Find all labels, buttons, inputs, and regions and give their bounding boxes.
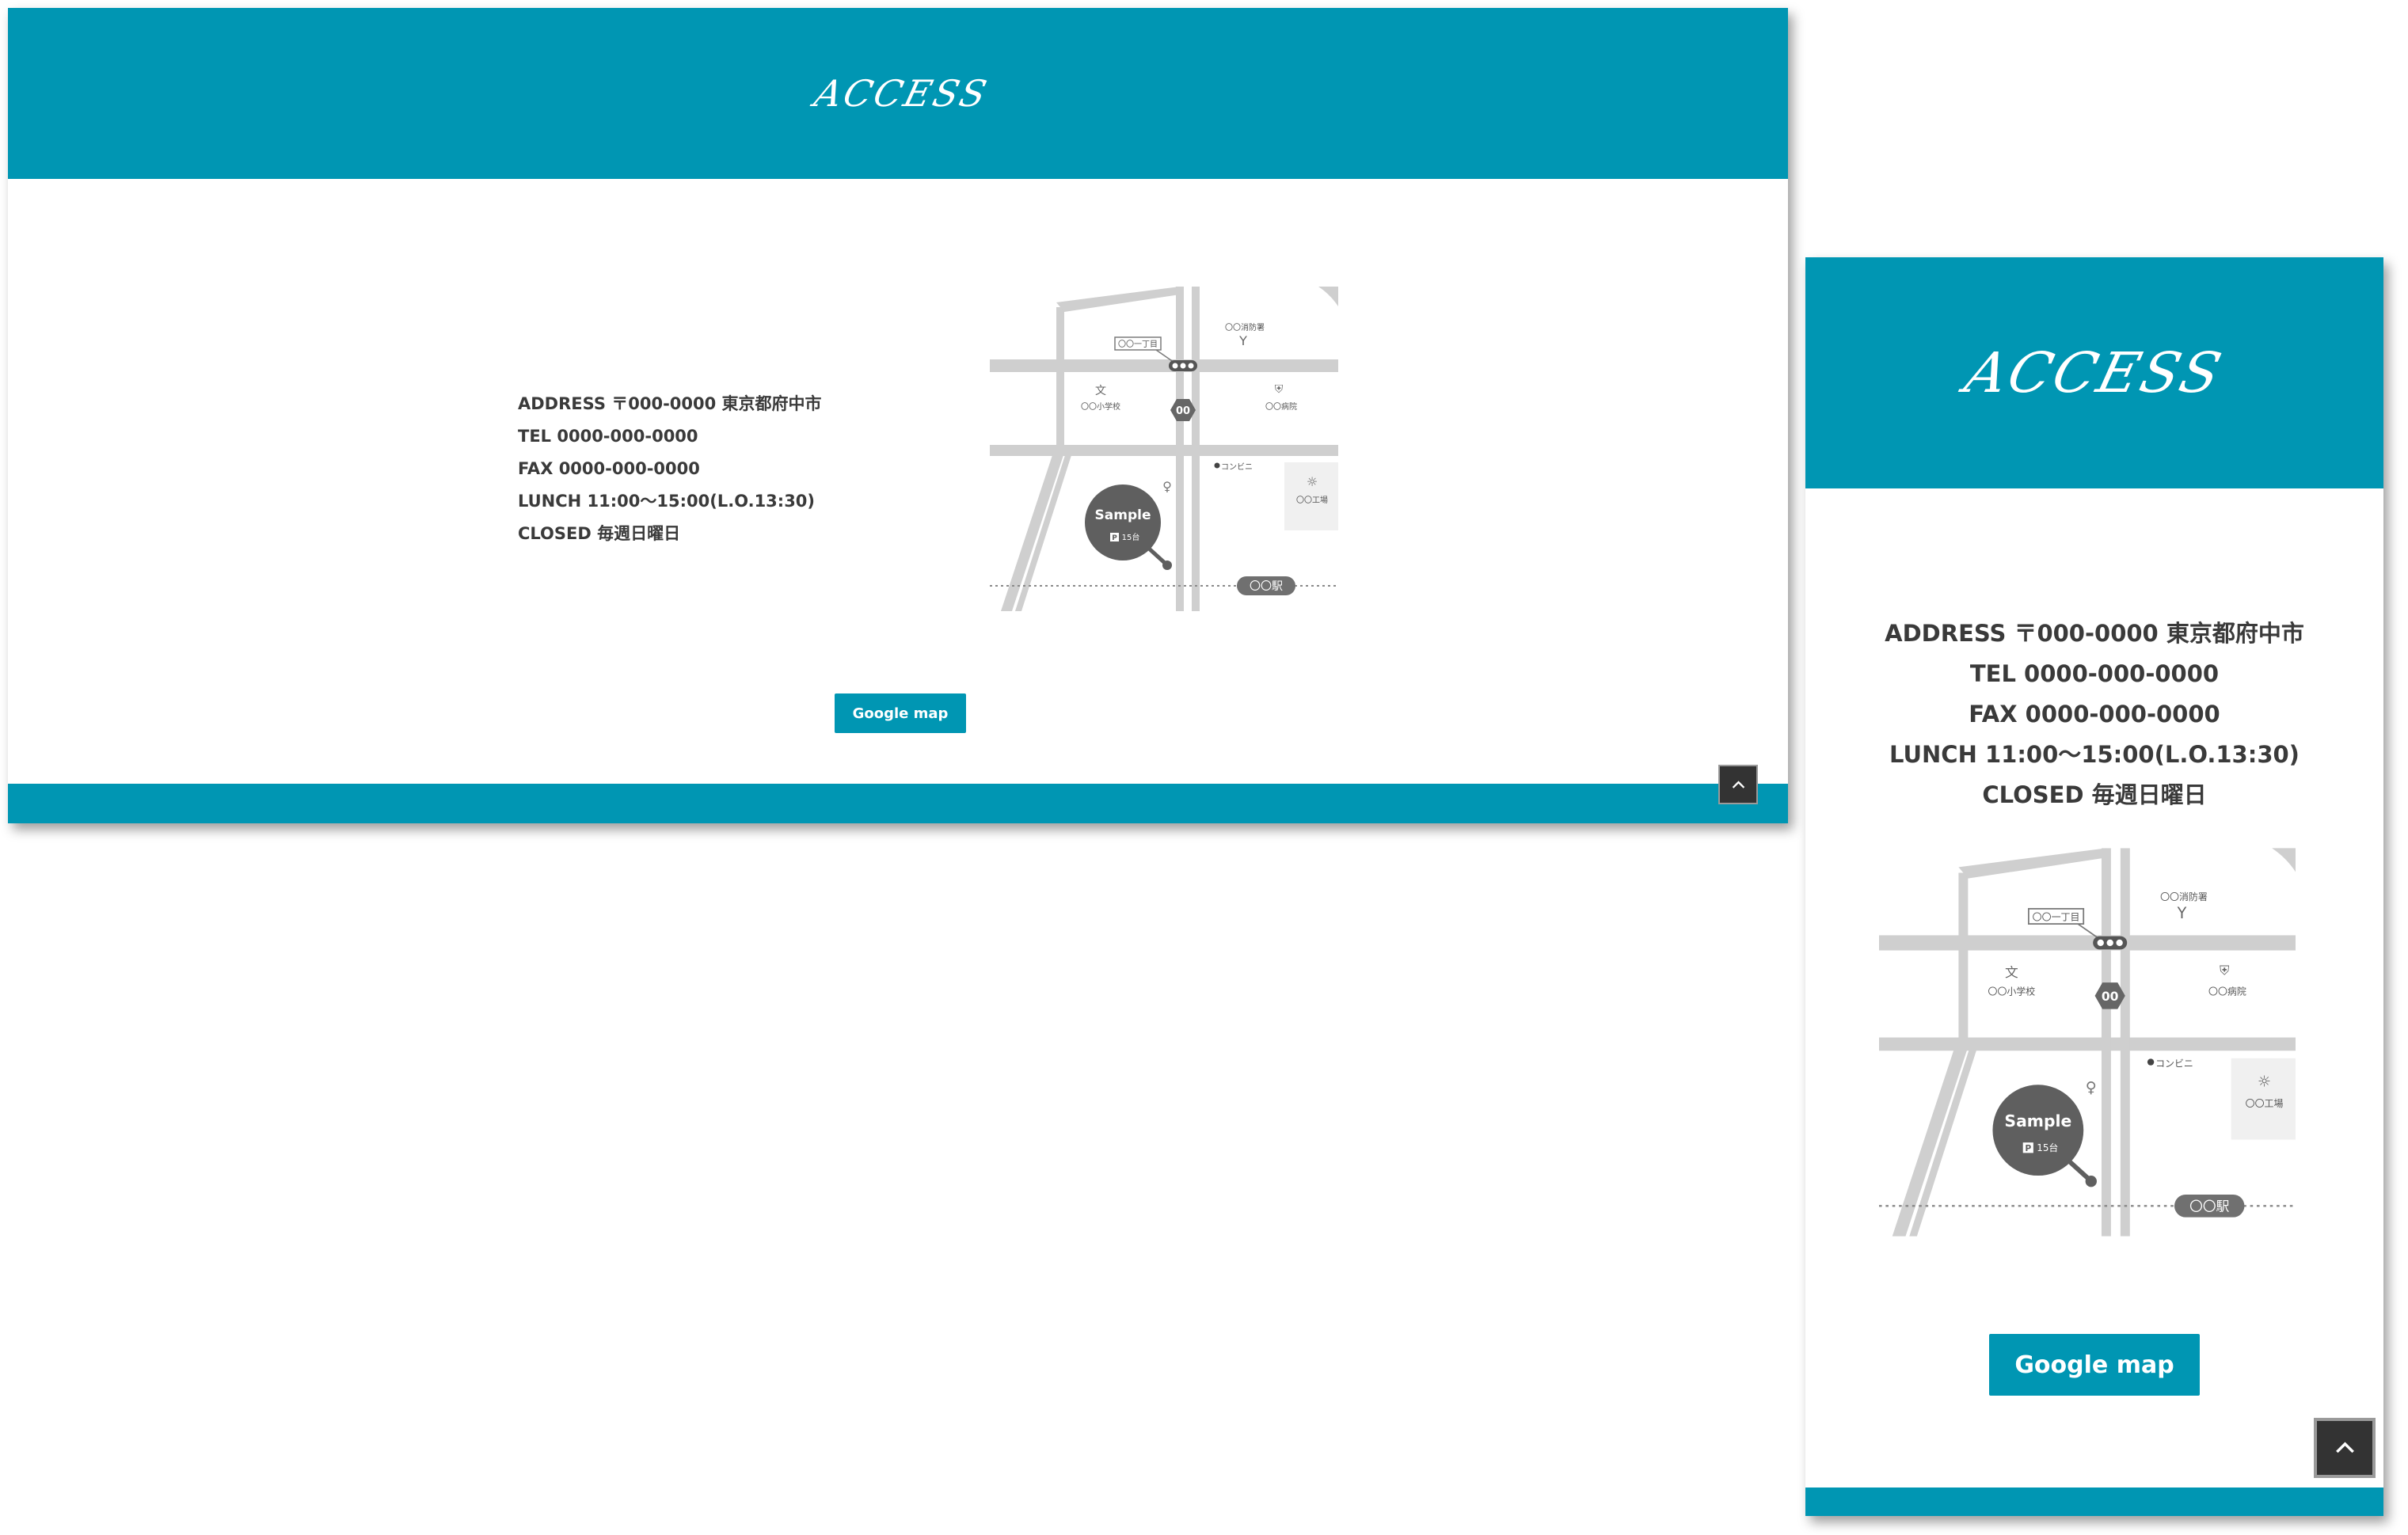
section-title: ACCESS <box>1959 340 2230 405</box>
map-road-slant-b <box>1909 1047 1978 1237</box>
shop-marker-dot <box>2085 1176 2097 1187</box>
fax-line: FAX 0000-000-0000 <box>1969 701 2220 728</box>
school-icon: 文 <box>2005 964 2018 980</box>
station-label: 〇〇駅 <box>2189 1198 2229 1214</box>
tel-line: TEL 0000-000-0000 <box>1969 660 2220 687</box>
map-road-diagonal <box>1958 848 2106 879</box>
traffic-light-lamp-3 <box>2116 939 2123 947</box>
address-line: ADDRESS 〒000-0000 東京都府中市 <box>1885 620 2304 647</box>
hospital-icon: ⛨ <box>2220 963 2230 978</box>
shop-marker-pointer <box>1147 546 1167 565</box>
school-label: 〇〇小学校 <box>1988 986 2036 997</box>
map-corner-block <box>2272 848 2296 872</box>
section-footer-bar <box>8 784 1788 823</box>
fire-station-icon: Y <box>1238 333 1247 348</box>
map-road-upper <box>1879 935 2296 951</box>
section-header: ACCESS <box>1805 257 2383 488</box>
route-badge-label: 00 <box>2102 990 2119 1004</box>
address-line: ADDRESS 〒000-0000 東京都府中市 <box>518 394 822 413</box>
hospital-icon: ⛨ <box>1275 383 1284 396</box>
map-road-slant-a <box>1001 453 1064 611</box>
intersection-label: 〇〇一丁目 <box>2033 911 2080 922</box>
chevron-up-icon <box>1732 780 1744 788</box>
lunch-hours-line: LUNCH 11:00～15:00(L.O.13:30) <box>518 492 816 511</box>
shrine-icon: ♀ <box>2086 1078 2097 1096</box>
traffic-light-lamp-2 <box>1180 363 1186 369</box>
shop-marker-label: Sample <box>1095 507 1151 523</box>
parking-note: 15台 <box>2037 1142 2058 1153</box>
closed-days-line: CLOSED 毎週日曜日 <box>1982 781 2207 808</box>
section-header: ACCESS <box>8 8 1788 179</box>
factory-icon: ☼ <box>1307 474 1318 489</box>
back-to-top-button[interactable] <box>2314 1418 2376 1478</box>
back-to-top-button[interactable] <box>1718 765 1758 804</box>
map-road-lower <box>990 445 1338 456</box>
desktop-preview: ACCESS ADDRESS 〒000-0000 東京都府中市 TEL 0000… <box>8 8 1788 823</box>
convenience-store-label: コンビニ <box>1221 462 1253 472</box>
shop-marker-label: Sample <box>2004 1111 2071 1130</box>
traffic-light-lamp-3 <box>1188 363 1194 369</box>
map-road-vertical-b <box>1192 287 1200 611</box>
fire-station-icon: Y <box>2177 904 2187 922</box>
map-road-lower <box>1879 1037 2296 1051</box>
map-road-left <box>1056 307 1064 453</box>
parking-icon: P <box>1112 534 1117 542</box>
closed-days-line: CLOSED 毎週日曜日 <box>518 524 681 543</box>
intersection-label: 〇〇一丁目 <box>1118 340 1158 349</box>
chevron-up-icon <box>2335 1442 2354 1453</box>
shop-marker-dot <box>1162 560 1172 570</box>
map-road-vertical-a <box>1176 287 1184 611</box>
fire-station-label: 〇〇消防署 <box>1225 322 1265 332</box>
section-footer-bar <box>1805 1488 2383 1516</box>
map-road-upper <box>990 359 1338 372</box>
section-title: ACCESS <box>810 72 994 115</box>
shop-marker-pointer <box>2067 1158 2091 1182</box>
parking-icon: P <box>2025 1143 2031 1153</box>
station-label: 〇〇駅 <box>1250 580 1283 593</box>
traffic-light-lamp-2 <box>2106 939 2113 947</box>
mobile-preview: ACCESS ADDRESS 〒000-0000 東京都府中市 TEL 0000… <box>1805 257 2383 1516</box>
google-map-button[interactable]: Google map <box>835 693 966 733</box>
access-info: ADDRESS 〒000-0000 東京都府中市 TEL 0000-000-00… <box>518 388 822 550</box>
map-road-diagonal <box>1056 287 1180 312</box>
access-info: ADDRESS 〒000-0000 東京都府中市 TEL 0000-000-00… <box>1805 614 2383 815</box>
factory-label: 〇〇工場 <box>2246 1098 2284 1109</box>
lunch-hours-line: LUNCH 11:00～15:00(L.O.13:30) <box>1889 741 2300 768</box>
school-icon: 文 <box>1095 385 1106 397</box>
google-map-button[interactable]: Google map <box>1989 1334 2200 1396</box>
map-road-vertical-b <box>2120 848 2130 1237</box>
traffic-light-lamp-1 <box>1172 363 1178 369</box>
access-map: 〇〇一丁目 00 Y 〇〇消防署 文 〇〇小学校 ⛨ 〇〇病院 コンビニ ☼ 〇… <box>990 287 1338 611</box>
fax-line: FAX 0000-000-0000 <box>518 459 700 478</box>
factory-label: 〇〇工場 <box>1296 495 1328 505</box>
fire-station-label: 〇〇消防署 <box>2160 891 2208 902</box>
convenience-store-icon <box>1214 462 1220 469</box>
map-road-slant-a <box>1892 1047 1969 1237</box>
shrine-icon: ♀ <box>1162 479 1172 494</box>
traffic-light-lamp-1 <box>2097 939 2104 947</box>
convenience-store-label: コンビニ <box>2155 1058 2193 1070</box>
hospital-label: 〇〇病院 <box>2208 986 2246 997</box>
hospital-label: 〇〇病院 <box>1265 401 1297 412</box>
map-road-slant-b <box>1015 453 1072 611</box>
parking-note: 15台 <box>1122 532 1140 542</box>
map-corner-block <box>1318 287 1338 306</box>
access-map: 〇〇一丁目 00 Y 〇〇消防署 文 〇〇小学校 ⛨ 〇〇病院 コンビニ ☼ 〇… <box>1879 846 2296 1238</box>
map-road-left <box>1958 872 1969 1047</box>
route-badge-label: 00 <box>1176 405 1190 417</box>
school-label: 〇〇小学校 <box>1081 401 1120 412</box>
map-road-vertical-a <box>2101 848 2111 1237</box>
tel-line: TEL 0000-000-0000 <box>518 427 698 446</box>
factory-icon: ☼ <box>2258 1073 2271 1091</box>
convenience-store-icon <box>2147 1058 2155 1066</box>
